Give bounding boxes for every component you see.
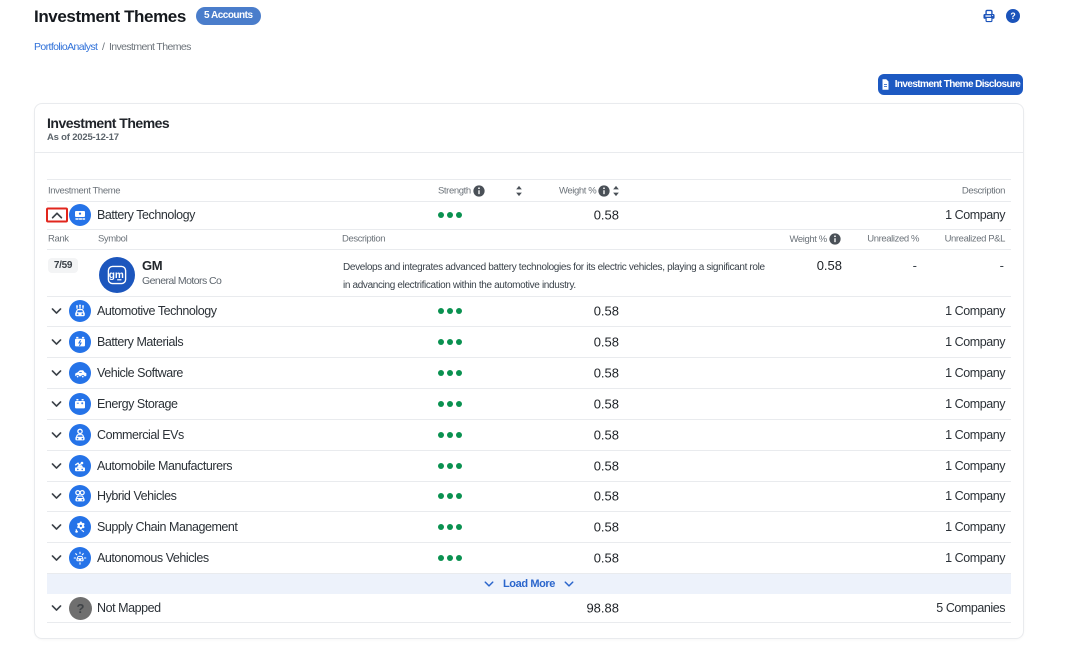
svg-text:gm: gm: [109, 270, 124, 281]
svg-text:?: ?: [1010, 11, 1015, 21]
